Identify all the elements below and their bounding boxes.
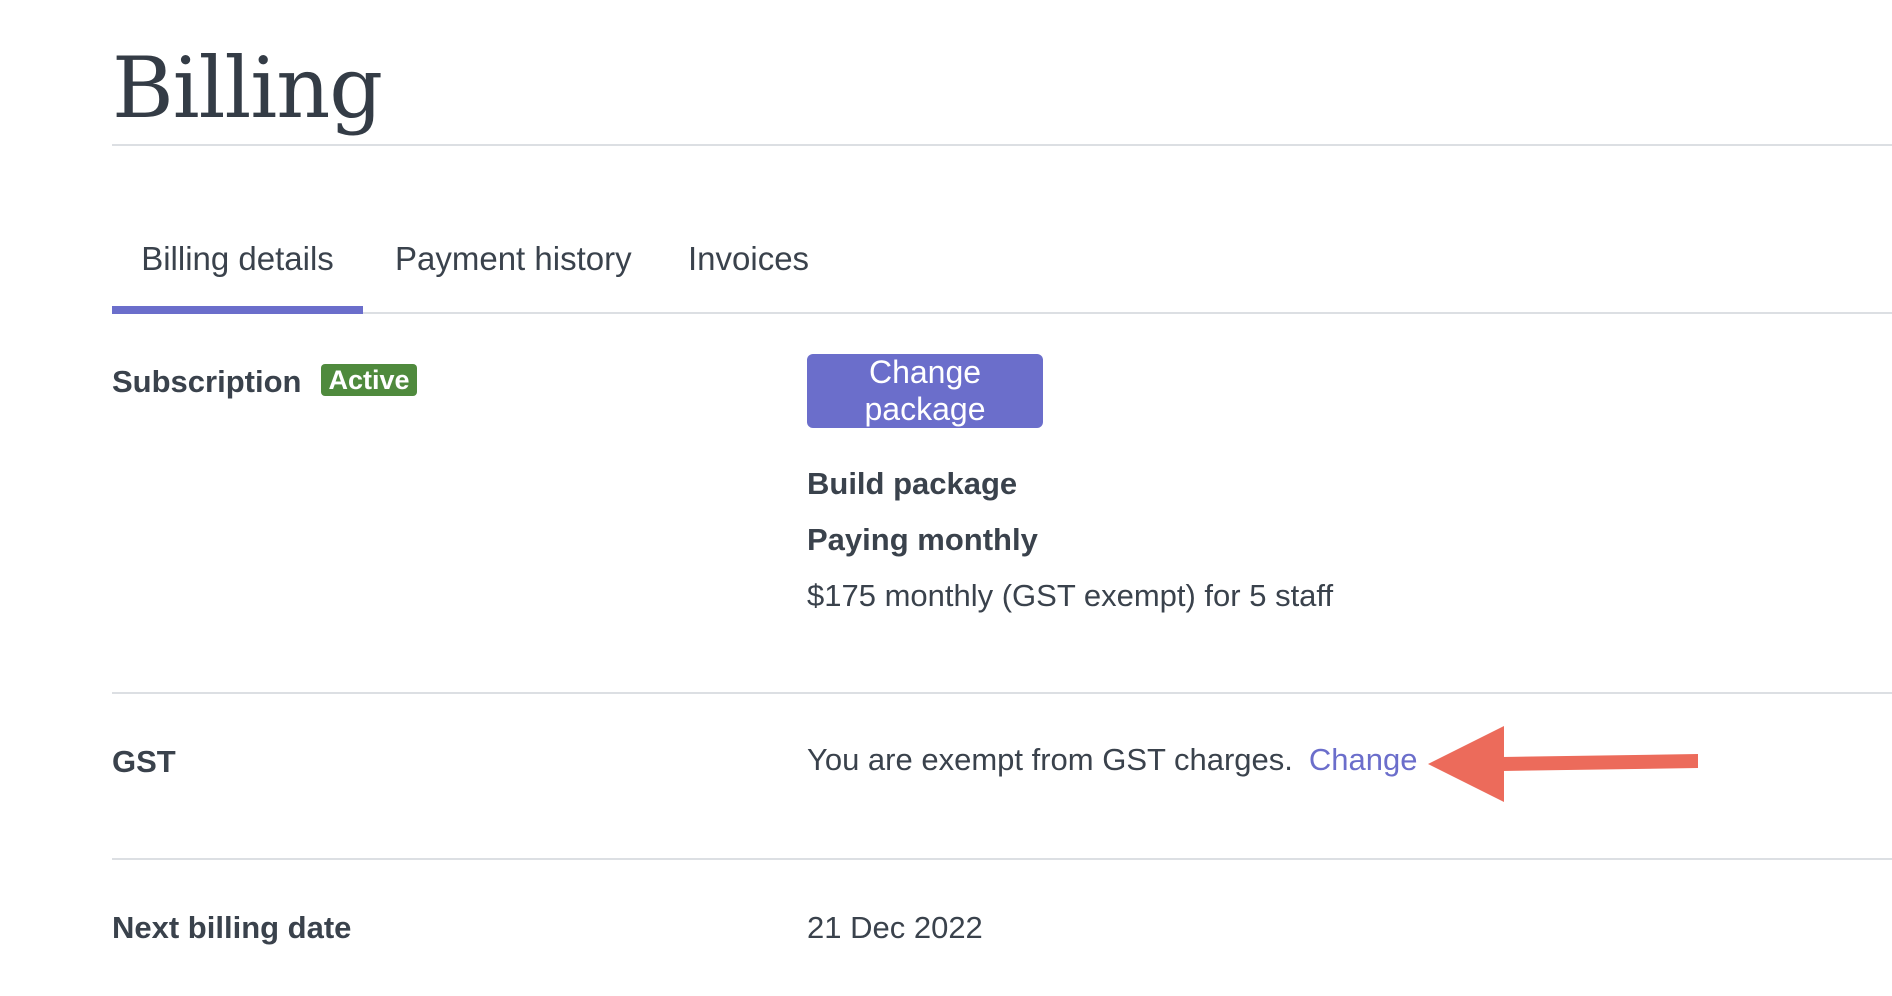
- package-name: Build package: [807, 466, 1018, 501]
- tabs-divider: [112, 312, 1892, 314]
- billing-cycle: Paying monthly: [807, 522, 1038, 557]
- gst-status-text: You are exempt from GST charges.: [807, 742, 1293, 777]
- tab-label: Payment history: [395, 240, 632, 277]
- tab-payment-history[interactable]: Payment history: [395, 218, 632, 314]
- next-billing-value: 21 Dec 2022: [807, 910, 983, 945]
- active-tab-indicator: [112, 306, 363, 314]
- arrow-shaft: [1502, 754, 1698, 771]
- status-badge: Active: [321, 364, 417, 396]
- title-divider: [112, 144, 1892, 146]
- row-divider: [112, 692, 1892, 694]
- tab-bar: Billing details Payment history Invoices: [112, 218, 1892, 314]
- arrow-head: [1428, 726, 1504, 802]
- subscription-label: Subscription Active: [112, 362, 417, 402]
- billing-page: Billing Billing details Payment history …: [112, 0, 1892, 996]
- tab-billing-details[interactable]: Billing details: [112, 218, 363, 314]
- row-divider: [112, 858, 1892, 860]
- arrow-left-icon: [1428, 726, 1698, 802]
- change-package-button[interactable]: Change package: [807, 354, 1043, 428]
- gst-change-link[interactable]: Change: [1309, 742, 1418, 777]
- page-title: Billing: [112, 39, 383, 137]
- next-billing-label: Next billing date: [112, 910, 352, 945]
- tab-label: Billing details: [141, 240, 334, 277]
- tab-invoices[interactable]: Invoices: [688, 218, 809, 314]
- gst-status: You are exempt from GST charges. Change: [807, 742, 1418, 778]
- price-summary: $175 monthly (GST exempt) for 5 staff: [807, 578, 1334, 613]
- tab-label: Invoices: [688, 240, 810, 277]
- gst-label: GST: [112, 744, 176, 779]
- subscription-label-text: Subscription: [112, 364, 302, 399]
